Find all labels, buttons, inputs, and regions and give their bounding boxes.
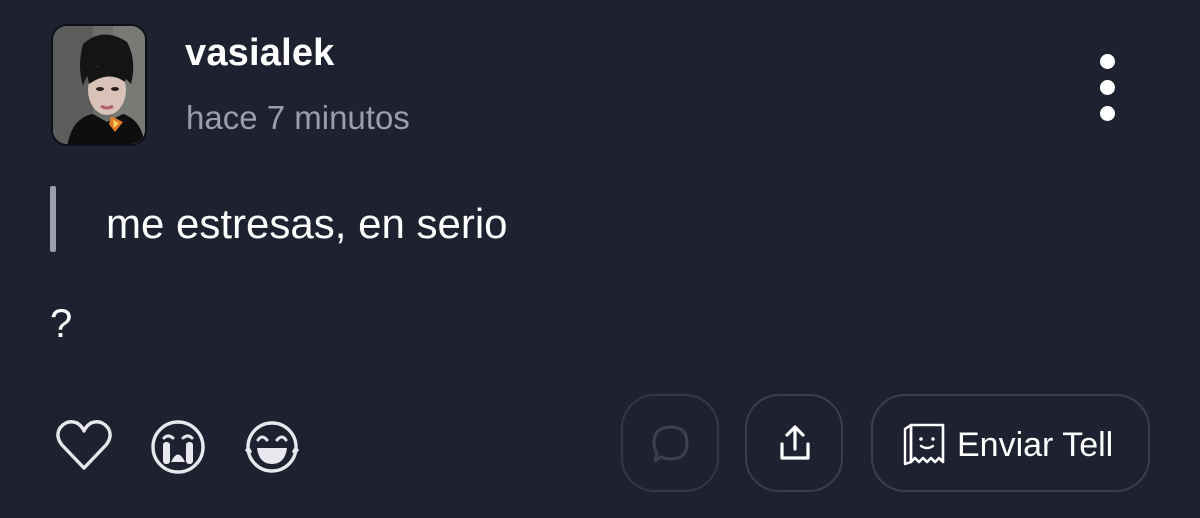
more-vertical-icon-dot — [1100, 80, 1115, 95]
question-text: me estresas, en serio — [106, 200, 508, 247]
heart-reaction-button[interactable] — [52, 414, 116, 478]
more-options-button[interactable] — [1088, 50, 1128, 126]
send-tell-button[interactable]: Enviar Tell — [871, 394, 1150, 492]
send-tell-label: Enviar Tell — [957, 426, 1114, 464]
heart-outline-icon — [56, 420, 112, 470]
share-upload-icon — [780, 425, 810, 460]
crying-face-icon — [151, 420, 205, 474]
answer-text: ? — [50, 302, 73, 346]
timestamp: hace 7 minutos — [186, 99, 410, 136]
more-vertical-icon-dot — [1100, 106, 1115, 121]
tell-paper-icon — [903, 423, 945, 466]
avatar[interactable] — [51, 24, 147, 146]
more-vertical-icon — [1100, 54, 1115, 69]
avatar-photo — [53, 26, 145, 144]
comment-button[interactable] — [621, 394, 719, 492]
share-button[interactable] — [745, 394, 843, 492]
quote-bar — [50, 186, 56, 252]
tell-card: vasialek hace 7 minutos me estresas, en … — [0, 0, 1200, 518]
username[interactable]: vasialek — [185, 32, 335, 75]
comment-bubble-icon — [652, 425, 689, 463]
laugh-reaction-button[interactable] — [240, 414, 304, 478]
cry-reaction-button[interactable] — [146, 414, 210, 478]
laughing-tears-face-icon — [245, 421, 299, 473]
